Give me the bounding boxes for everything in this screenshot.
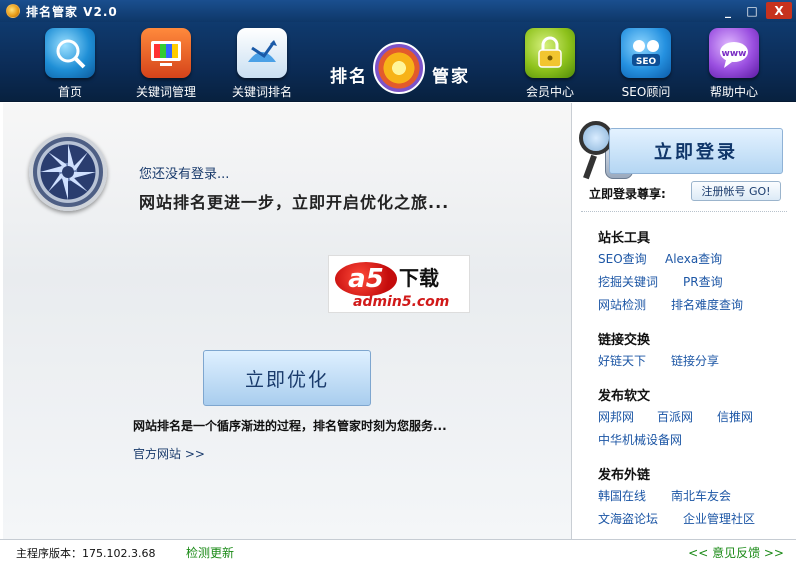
nav-keyword-manage[interactable]: 关键词管理 xyxy=(126,28,206,100)
svg-text:www: www xyxy=(722,49,747,59)
official-site-link[interactable]: 官方网站 >> xyxy=(133,445,205,462)
link-xintui[interactable]: 信推网 xyxy=(717,408,753,425)
link-pr-query[interactable]: PR查询 xyxy=(683,273,723,290)
minimize-button[interactable]: _ xyxy=(718,2,738,19)
nav-keyword-rank-label: 关键词排名 xyxy=(231,85,292,99)
app-logo: 排名 管家 xyxy=(330,40,470,100)
side-panel: 立即登录 立即登录尊享: 注册帐号 GO! 站长工具 SEO查询 Alexa查询… xyxy=(573,103,796,539)
window-controls: _ □ X xyxy=(718,2,792,19)
app-icon xyxy=(6,4,20,18)
link-machinery[interactable]: 中华机械设备网 xyxy=(598,431,682,448)
a5-download-logo: a5 下载 admin5.com xyxy=(328,255,470,313)
main-toolbar: 首页 关键词管理 关键词排名 排名 管家 会员中心 SEO SEO顾问 www … xyxy=(0,22,796,102)
globe-search-icon xyxy=(45,28,95,78)
a5-download-text: 下载 xyxy=(399,266,439,290)
link-site-check[interactable]: 网站检测 xyxy=(598,296,646,313)
nav-member-center-label: 会员中心 xyxy=(525,85,574,99)
link-mine-keywords[interactable]: 挖掘关键词 xyxy=(598,273,658,290)
link-share[interactable]: 链接分享 xyxy=(671,352,719,369)
link-baipai[interactable]: 百派网 xyxy=(657,408,693,425)
link-haolian[interactable]: 好链天下 xyxy=(598,352,646,369)
register-account-button[interactable]: 注册帐号 GO! xyxy=(691,181,781,201)
logo-text-right: 管家 xyxy=(432,67,470,87)
slogan-text: 网站排名更进一步，立即开启优化之旅... xyxy=(139,193,450,212)
a5-url-text: admin5.com xyxy=(353,294,450,310)
link-alexa-query[interactable]: Alexa查询 xyxy=(665,250,722,267)
check-update-link[interactable]: 检测更新 xyxy=(186,544,234,561)
shuriken-emblem-icon xyxy=(29,133,107,211)
link-seo-query[interactable]: SEO查询 xyxy=(598,250,647,267)
seo-people-icon: SEO xyxy=(621,28,671,78)
section-title-webmaster-tools: 站长工具 xyxy=(598,231,651,246)
link-enterprise-community[interactable]: 企业管理社区 xyxy=(683,510,755,527)
svg-text:SEO: SEO xyxy=(636,57,657,67)
chart-bird-icon xyxy=(237,28,287,78)
link-wenhai-forum[interactable]: 文海盗论坛 xyxy=(598,510,658,527)
logo-ball-icon xyxy=(373,42,425,94)
nav-seo-advisor[interactable]: SEO SEO顾问 xyxy=(606,28,686,100)
link-car-club[interactable]: 南北车友会 xyxy=(671,487,731,504)
padlock-icon xyxy=(525,28,575,78)
nav-member-center[interactable]: 会员中心 xyxy=(510,28,590,100)
main-panel: 您还没有登录... 网站排名更进一步，立即开启优化之旅... a5 下载 adm… xyxy=(3,103,572,539)
window-title: 排名管家 V2.0 xyxy=(26,4,118,19)
login-benefit-label: 立即登录尊享: xyxy=(589,187,666,201)
section-title-link-exchange: 链接交换 xyxy=(598,333,651,348)
link-korea-online[interactable]: 韩国在线 xyxy=(598,487,646,504)
maximize-button[interactable]: □ xyxy=(742,2,762,19)
side-divider xyxy=(581,211,787,212)
logo-text-left: 排名 xyxy=(330,67,368,87)
section-title-publish-backlinks: 发布外链 xyxy=(598,468,651,483)
www-icon: www xyxy=(709,28,759,78)
link-wangbang[interactable]: 网邦网 xyxy=(598,408,634,425)
title-bar: 排名管家 V2.0 _ □ X xyxy=(0,0,796,22)
nav-help-center-label: 帮助中心 xyxy=(709,85,758,99)
optimize-now-button[interactable]: 立即优化 xyxy=(203,350,371,406)
not-logged-in-text: 您还没有登录... xyxy=(139,167,230,182)
tv-icon xyxy=(141,28,191,78)
a5-mark: a5 xyxy=(335,262,397,296)
link-rank-difficulty[interactable]: 排名难度查询 xyxy=(671,296,743,313)
nav-keyword-rank[interactable]: 关键词排名 xyxy=(222,28,302,100)
nav-keyword-manage-label: 关键词管理 xyxy=(135,85,196,99)
close-button[interactable]: X xyxy=(766,2,792,19)
section-title-publish-articles: 发布软文 xyxy=(598,389,651,404)
feedback-link[interactable]: << 意见反馈 >> xyxy=(688,544,784,561)
nav-help-center[interactable]: www 帮助中心 xyxy=(694,28,774,100)
status-bar: 主程序版本：175.102.3.68 检测更新 << 意见反馈 >> xyxy=(0,539,796,568)
login-now-button[interactable]: 立即登录 xyxy=(609,128,783,174)
process-text: 网站排名是一个循序渐进的过程，排名管家时刻为您服务... xyxy=(133,419,447,433)
nav-seo-advisor-label: SEO顾问 xyxy=(621,85,671,99)
nav-home-label: 首页 xyxy=(57,85,82,99)
program-version: 主程序版本：175.102.3.68 xyxy=(16,547,156,560)
nav-home[interactable]: 首页 xyxy=(30,28,110,100)
